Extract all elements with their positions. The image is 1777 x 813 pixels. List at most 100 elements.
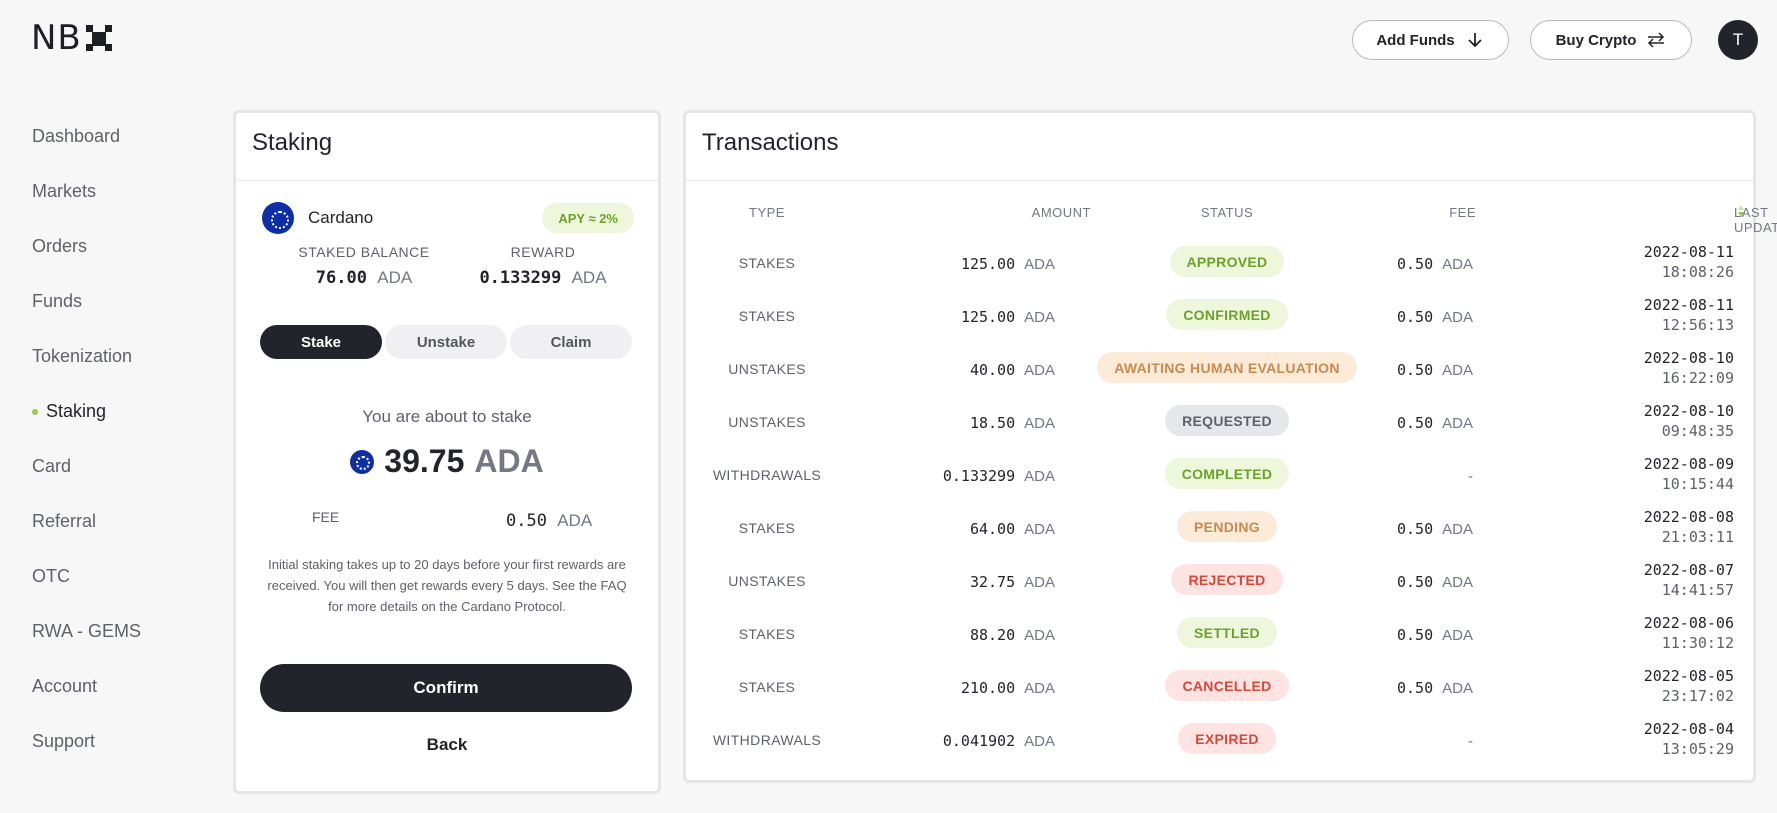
status-badge: EXPIRED — [1178, 723, 1276, 754]
cell-fee: 0.50 ADA — [1397, 573, 1473, 591]
sidebar-item-support[interactable]: Support — [32, 731, 141, 786]
status-badge: PENDING — [1177, 511, 1277, 542]
column-type[interactable]: TYPE — [686, 205, 848, 220]
stake-amount-value: 39.75 — [384, 443, 465, 479]
tab-unstake[interactable]: Unstake — [385, 325, 507, 359]
logo-x-icon — [85, 25, 112, 51]
cell-amount: 125.00 ADA — [960, 255, 1055, 273]
sidebar-item-referral[interactable]: Referral — [32, 511, 141, 566]
cell-fee: 0.50 ADA — [1397, 679, 1473, 697]
table-row[interactable]: STAKES 88.20 ADA SETTLED 0.50 ADA 2022-08-06… — [686, 613, 1753, 660]
status-badge: AWAITING HUMAN EVALUATION — [1097, 352, 1357, 383]
column-status[interactable]: STATUS — [1097, 205, 1357, 220]
sidebar-item-card[interactable]: Card — [32, 456, 141, 511]
status-badge: APPROVED — [1169, 246, 1285, 277]
cell-fee: 0.50 ADA — [1397, 626, 1473, 644]
status-badge: REJECTED — [1171, 564, 1283, 595]
transactions-title: Transactions — [686, 113, 1753, 181]
sidebar-item-label: Tokenization — [32, 346, 133, 366]
cell-fee: 0.50 ADA — [1397, 414, 1473, 432]
cell-type: STAKES — [738, 626, 796, 642]
cell-last-updated: 2022-08-10 16:22:09 — [1643, 349, 1734, 387]
sidebar-item-label: RWA - GEMS — [32, 621, 142, 641]
sidebar-nav: Dashboard Markets Orders Funds Tokenizat… — [32, 126, 141, 786]
cell-amount: 210.00 ADA — [960, 679, 1055, 697]
tab-claim[interactable]: Claim — [510, 325, 632, 359]
fee-value: 0.50 ADA — [506, 511, 593, 531]
cell-status: SETTLED — [1097, 617, 1357, 648]
confirm-button[interactable]: Confirm — [260, 664, 632, 712]
logo-text: NB — [31, 18, 82, 58]
back-button[interactable]: Back — [236, 735, 658, 755]
active-dot-icon — [32, 409, 38, 415]
cell-status: APPROVED — [1097, 246, 1357, 277]
table-row[interactable]: WITHDRAWALS 0.041902 ADA EXPIRED - 2022-08-0… — [686, 719, 1753, 766]
table-row[interactable]: STAKES 125.00 ADA APPROVED 0.50 ADA 2022-08-… — [686, 242, 1753, 289]
sidebar-item-label: Markets — [32, 181, 97, 201]
cell-amount: 88.20 ADA — [969, 626, 1055, 644]
cell-type: WITHDRAWALS — [712, 732, 822, 748]
add-funds-button[interactable]: Add Funds — [1352, 20, 1509, 60]
column-amount[interactable]: AMOUNT — [1032, 205, 1091, 220]
cell-amount: 64.00 ADA — [969, 520, 1055, 538]
swap-arrows-icon — [1648, 32, 1665, 48]
sidebar-item-label: Support — [32, 731, 96, 751]
sidebar-item-label: Staking — [46, 401, 107, 421]
sidebar-item-label: Orders — [32, 236, 88, 256]
cell-last-updated: 2022-08-08 21:03:11 — [1643, 508, 1734, 546]
cell-fee: 0.50 ADA — [1397, 255, 1473, 273]
cell-status: AWAITING HUMAN EVALUATION — [1097, 352, 1357, 383]
cell-amount: 18.50 ADA — [969, 414, 1055, 432]
sidebar-item-label: Funds — [32, 291, 83, 311]
table-row[interactable]: STAKES 125.00 ADA CONFIRMED 0.50 ADA 2022-08… — [686, 295, 1753, 342]
apy-badge: APY ≈ 2% — [542, 203, 634, 233]
sidebar-item-tokenization[interactable]: Tokenization — [32, 346, 141, 401]
tab-stake[interactable]: Stake — [260, 325, 382, 359]
sidebar-item-otc[interactable]: OTC — [32, 566, 141, 621]
reward-value: 0.133299 ADA — [479, 268, 607, 288]
cell-type: STAKES — [738, 679, 796, 695]
table-row[interactable]: WITHDRAWALS 0.133299 ADA COMPLETED - 2022-08… — [686, 454, 1753, 501]
table-row[interactable]: STAKES 64.00 ADA PENDING 0.50 ADA 2022-08-08… — [686, 507, 1753, 554]
table-row[interactable]: UNSTAKES 40.00 ADA AWAITING HUMAN EVALUATI… — [686, 348, 1753, 395]
cell-last-updated: 2022-08-06 11:30:12 — [1643, 614, 1734, 652]
cardano-icon — [350, 449, 375, 474]
sidebar-item-staking[interactable]: Staking — [32, 401, 141, 456]
column-fee[interactable]: FEE — [1449, 205, 1476, 220]
cell-fee: 0.50 ADA — [1397, 308, 1473, 326]
sidebar-item-funds[interactable]: Funds — [32, 291, 141, 346]
sidebar-item-label: Account — [32, 676, 98, 696]
stake-amount: 39.75 ADA — [236, 443, 658, 480]
staked-balance-value: 76.00 ADA — [315, 268, 413, 288]
buy-crypto-label: Buy Crypto — [1555, 31, 1637, 49]
sidebar-item-dashboard[interactable]: Dashboard — [32, 126, 141, 181]
cell-last-updated: 2022-08-09 10:15:44 — [1643, 455, 1734, 493]
cell-fee: 0.50 ADA — [1397, 520, 1473, 538]
sort-icon — [1738, 205, 1744, 217]
sidebar-item-orders[interactable]: Orders — [32, 236, 141, 291]
cell-fee: 0.50 ADA — [1397, 361, 1473, 379]
sidebar-item-account[interactable]: Account — [32, 676, 141, 731]
coin-row: Cardano — [262, 202, 373, 234]
stake-amount-unit: ADA — [474, 443, 544, 479]
cell-fee: - — [1468, 468, 1473, 485]
cell-type: WITHDRAWALS — [712, 467, 822, 483]
staking-info-note: Initial staking takes up to 20 days befo… — [267, 557, 627, 614]
buy-crypto-button[interactable]: Buy Crypto — [1530, 20, 1692, 60]
status-badge: CONFIRMED — [1166, 299, 1288, 330]
avatar-initial: T — [1732, 30, 1744, 49]
table-row[interactable]: STAKES 210.00 ADA CANCELLED 0.50 ADA 2022-08… — [686, 666, 1753, 713]
cell-last-updated: 2022-08-04 13:05:29 — [1643, 720, 1734, 758]
cell-last-updated: 2022-08-05 23:17:02 — [1643, 667, 1734, 705]
nbx-logo[interactable]: NB — [31, 18, 112, 58]
sidebar-item-rwa-gems[interactable]: RWA - GEMS — [32, 621, 141, 676]
cell-status: COMPLETED — [1097, 458, 1357, 489]
stake-action-tabs: Stake Unstake Claim — [260, 325, 632, 359]
cell-last-updated: 2022-08-10 09:48:35 — [1643, 402, 1734, 440]
sidebar-item-markets[interactable]: Markets — [32, 181, 141, 236]
user-avatar[interactable]: T — [1718, 20, 1758, 60]
sidebar-item-label: OTC — [32, 566, 70, 586]
table-row[interactable]: UNSTAKES 18.50 ADA REQUESTED 0.50 ADA 2022-0… — [686, 401, 1753, 448]
table-row[interactable]: UNSTAKES 32.75 ADA REJECTED 0.50 ADA 2022-08… — [686, 560, 1753, 607]
cell-fee: - — [1468, 733, 1473, 750]
